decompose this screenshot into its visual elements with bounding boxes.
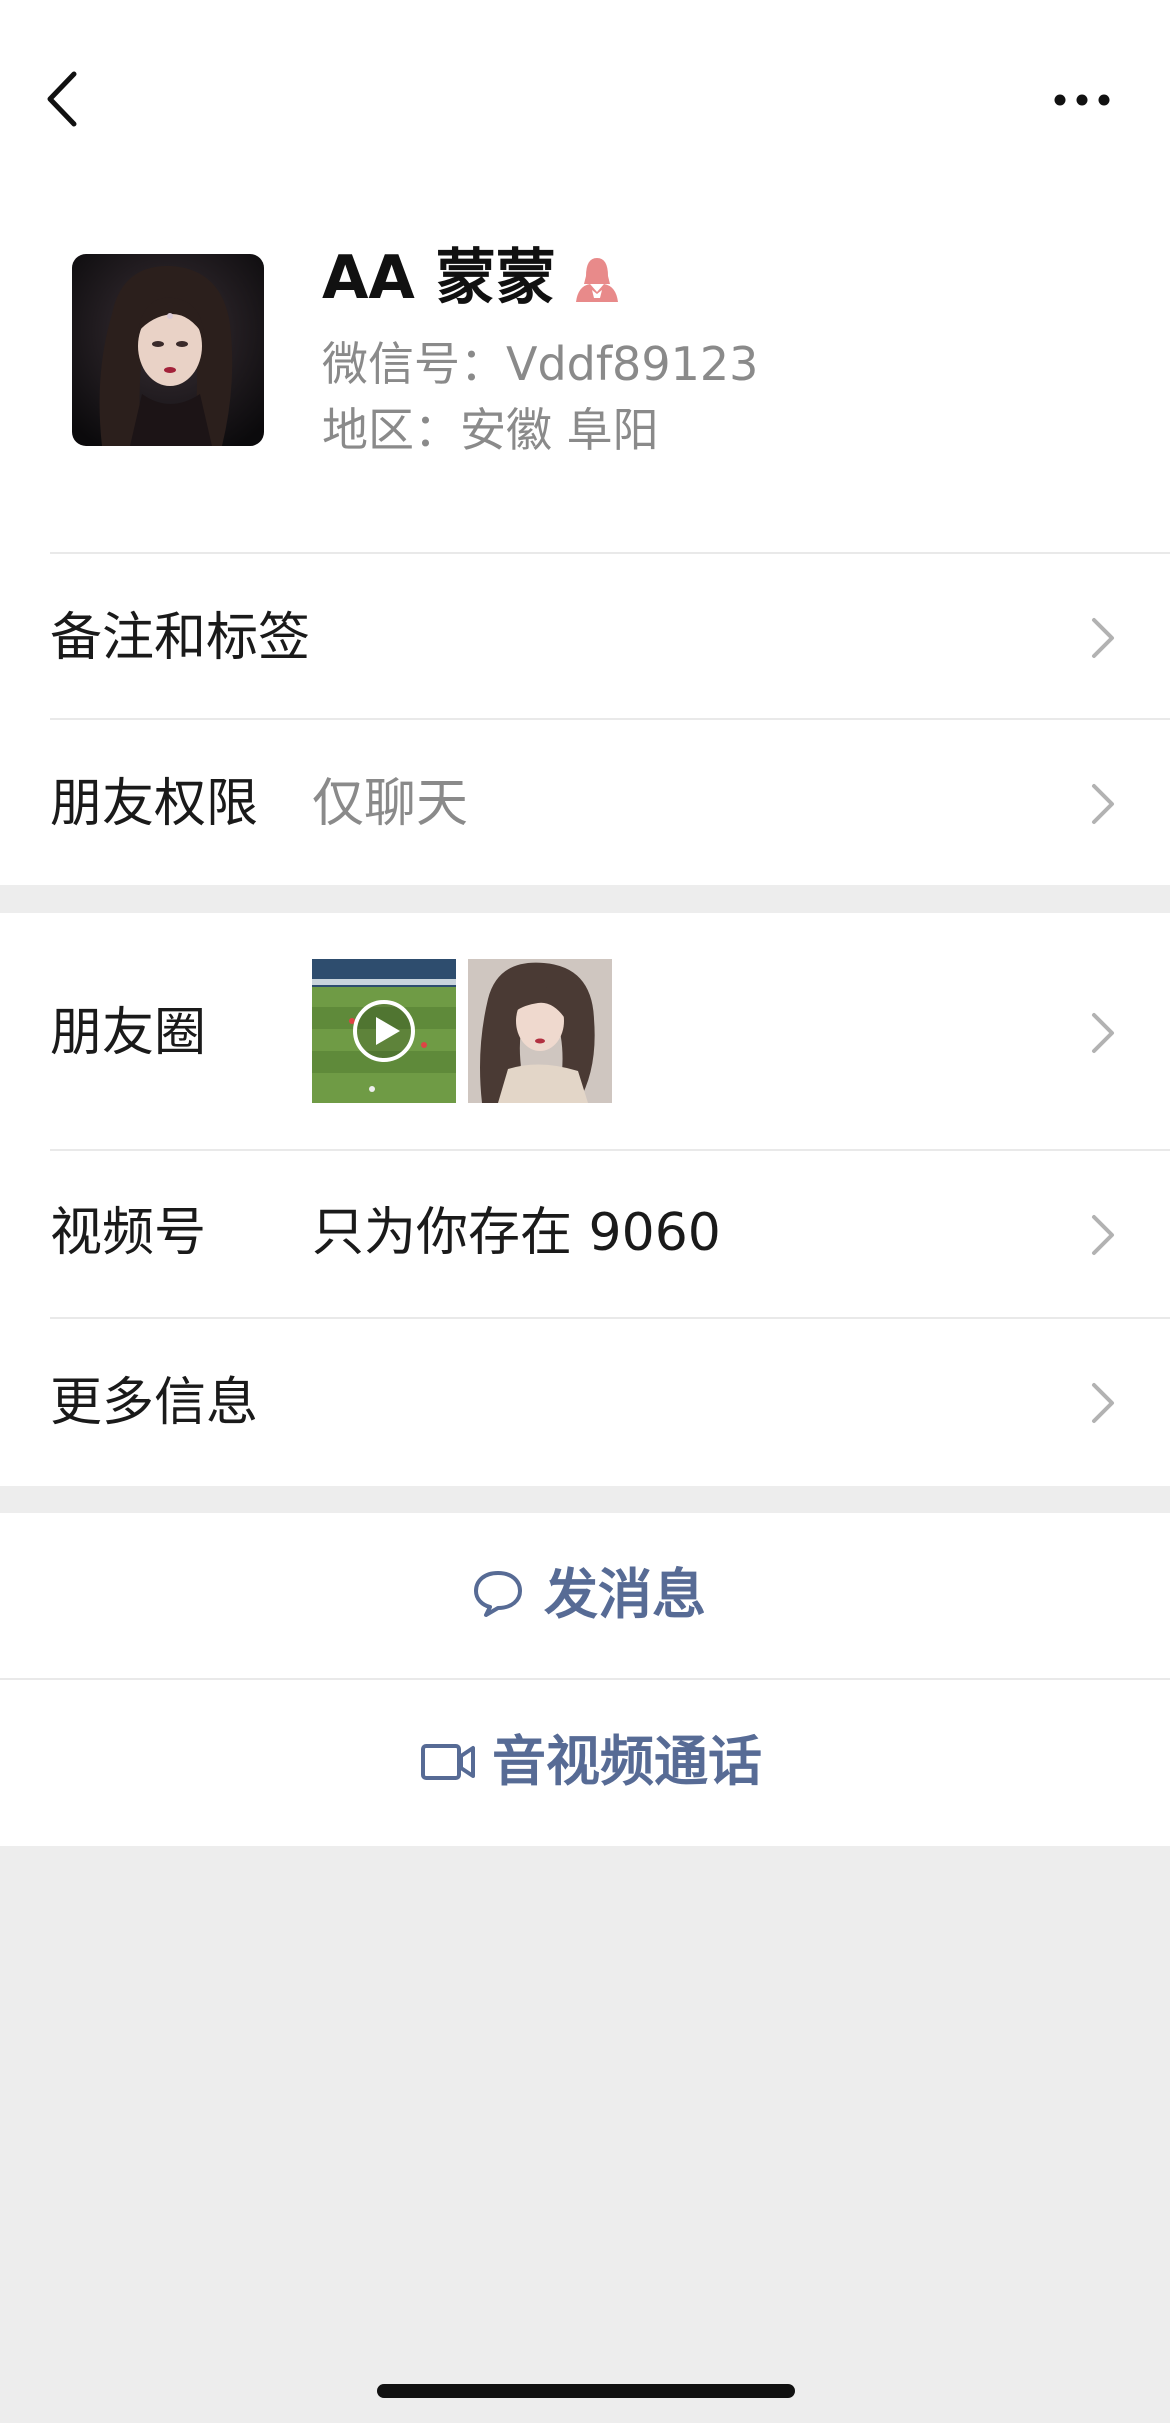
avatar[interactable] (72, 254, 264, 446)
region: 地区：安徽 阜阳 (322, 403, 659, 457)
row-value: 只为你存在 9060 (312, 1203, 721, 1263)
row-channels[interactable]: 视频号 只为你存在 9060 (0, 1151, 1170, 1317)
send-message-button[interactable]: 发消息 (0, 1513, 1170, 1678)
contact-profile-page: AA 蒙蒙 微信号：Vddf89123 地区：安徽 阜阳 备注和标签 朋友权限 … (0, 0, 1170, 2423)
moments-thumbnail-video[interactable] (312, 959, 456, 1103)
portrait-photo-thumbnail (468, 959, 612, 1103)
profile-card: AA 蒙蒙 微信号：Vddf89123 地区：安徽 阜阳 备注和标签 朋友权限 … (0, 0, 1170, 885)
video-call-button[interactable]: 音视频通话 (0, 1680, 1170, 1846)
contact-name: AA 蒙蒙 (322, 243, 556, 313)
chevron-right-icon (1092, 784, 1114, 824)
more-options-button[interactable] (1052, 80, 1112, 120)
chevron-right-icon (1092, 618, 1114, 658)
video-camera-icon (421, 1744, 475, 1780)
back-button[interactable] (40, 68, 90, 130)
soccer-video-thumbnail (312, 959, 456, 1103)
row-friend-permissions[interactable]: 朋友权限 仅聊天 (0, 720, 1170, 885)
row-more-info[interactable]: 更多信息 (0, 1319, 1170, 1486)
row-label: 视频号 (50, 1203, 207, 1263)
row-label: 更多信息 (50, 1373, 259, 1433)
chevron-right-icon (1092, 1383, 1114, 1423)
chevron-right-icon (1092, 1215, 1114, 1255)
row-value: 仅聊天 (312, 774, 469, 834)
moments-thumbnail-photo[interactable] (468, 959, 612, 1103)
home-indicator[interactable] (377, 2384, 795, 2398)
row-label: 朋友圈 (50, 1003, 207, 1063)
send-message-label: 发消息 (544, 1563, 706, 1626)
wechat-id: 微信号：Vddf89123 (322, 337, 759, 391)
avatar-image (72, 254, 264, 446)
row-label: 朋友权限 (50, 774, 259, 834)
chevron-left-icon (47, 71, 77, 127)
row-remarks-and-tags[interactable]: 备注和标签 (0, 554, 1170, 720)
row-label: 备注和标签 (50, 608, 311, 668)
female-icon (570, 254, 624, 304)
ellipsis-icon (1054, 94, 1110, 106)
chevron-right-icon (1092, 1013, 1114, 1053)
chat-bubble-icon (474, 1571, 522, 1617)
video-call-label: 音视频通话 (492, 1730, 762, 1793)
